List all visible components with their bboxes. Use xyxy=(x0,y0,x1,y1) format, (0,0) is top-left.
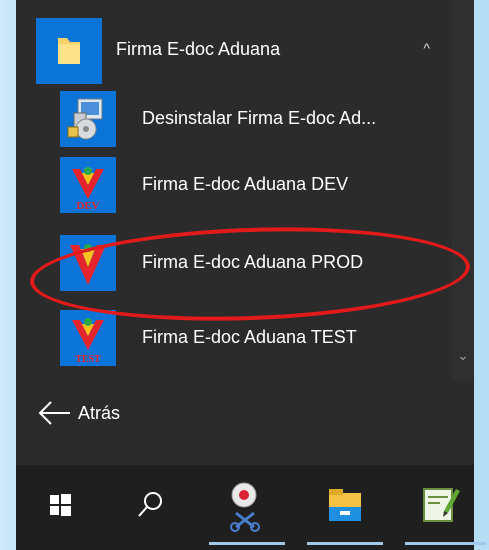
menu-item-label: Firma E-doc Aduana PROD xyxy=(142,252,364,272)
menu-item-tile: DEV xyxy=(60,157,116,213)
chevron-up-icon[interactable]: ^ xyxy=(423,40,430,56)
back-button[interactable]: Atrás xyxy=(16,380,474,445)
folder-firma-edoc-aduana[interactable]: Firma E-doc Aduana ^ xyxy=(16,10,452,84)
menu-item-desinstalar[interactable]: Desinstalar Firma E-doc Ad... xyxy=(16,85,452,151)
menu-item-tile xyxy=(60,91,116,147)
dev-icon: DEV xyxy=(72,167,104,212)
menu-item-test[interactable]: TEST Firma E-doc Aduana TEST xyxy=(16,304,452,370)
taskbar-app-notepad-plus[interactable] xyxy=(400,465,486,550)
dev-badge: DEV xyxy=(76,200,99,212)
back-label: Atrás xyxy=(78,403,121,423)
test-badge: TEST xyxy=(75,354,101,365)
start-menu: Firma E-doc Aduana ^ Desinstalar Firma E… xyxy=(16,0,474,465)
folder-label: Firma E-doc Aduana xyxy=(116,39,281,59)
search-button[interactable] xyxy=(106,465,192,550)
start-button[interactable] xyxy=(16,465,102,550)
windows-start-icon xyxy=(50,494,71,516)
menu-item-tile: TEST xyxy=(60,310,116,366)
menu-item-label: Firma E-doc Aduana DEV xyxy=(142,174,349,194)
menu-item-tile xyxy=(60,235,116,291)
taskbar-app-file-explorer[interactable] xyxy=(302,465,388,550)
active-indicator xyxy=(405,542,486,545)
taskbar xyxy=(16,465,486,550)
menu-item-prod[interactable]: Firma E-doc Aduana PROD xyxy=(16,229,452,295)
file-explorer-icon xyxy=(329,489,361,521)
test-icon: TEST xyxy=(72,318,104,365)
uninstall-icon xyxy=(67,98,103,140)
menu-item-dev[interactable]: DEV Firma E-doc Aduana DEV xyxy=(16,151,452,217)
back-arrow-icon xyxy=(38,401,70,425)
menu-item-label: Firma E-doc Aduana TEST xyxy=(142,327,357,347)
snipping-tool-icon xyxy=(230,482,260,532)
search-icon xyxy=(138,492,162,517)
folder-tile xyxy=(36,18,102,84)
active-indicator xyxy=(209,542,285,545)
scrollbar[interactable]: ⌄ xyxy=(452,0,474,380)
active-indicator xyxy=(307,542,383,545)
scroll-down-icon[interactable]: ⌄ xyxy=(456,340,470,370)
prod-icon xyxy=(70,244,106,285)
menu-item-label: Desinstalar Firma E-doc Ad... xyxy=(142,108,377,128)
notepad-plus-icon xyxy=(423,488,460,522)
folder-icon xyxy=(58,38,80,64)
taskbar-app-snipping-tool[interactable] xyxy=(204,465,290,550)
